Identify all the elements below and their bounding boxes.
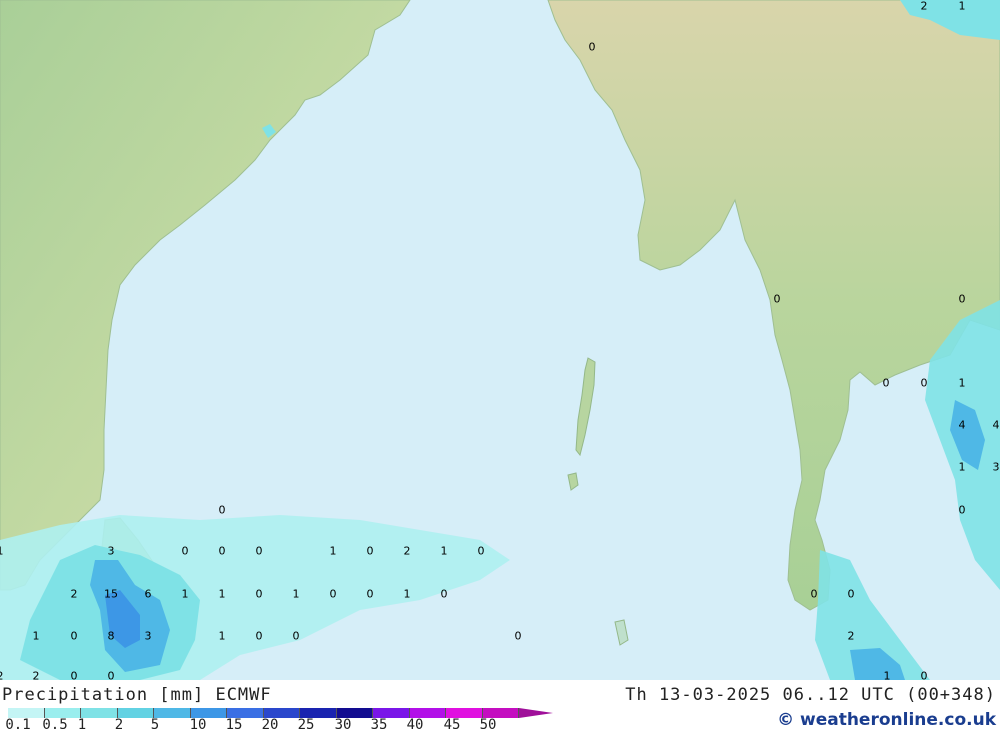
map-graphic (0, 0, 1000, 680)
map-value: 2 (70, 587, 78, 601)
map-value: 2 (847, 629, 855, 643)
map-value: 1 (958, 376, 966, 390)
precipitation-map[interactable]: 2 1 0 0 0 0 1 0 4 4 1 3 0 1 3 0 0 0 0 1 … (0, 0, 1000, 680)
map-value: 0 (181, 544, 189, 558)
map-value: 1 (403, 587, 411, 601)
legend-tick: 10 (189, 717, 207, 733)
map-value: 0 (366, 587, 374, 601)
map-value: 1 (218, 629, 226, 643)
map-value: 1 (883, 669, 891, 681)
map-value: 0 (920, 376, 928, 390)
map-value: 1 (181, 587, 189, 601)
legend-tick: 0.1 (5, 717, 31, 733)
map-value: 1 (218, 587, 226, 601)
color-legend (8, 708, 553, 718)
forecast-datetime: Th 13-03-2025 06..12 UTC (00+348) (625, 685, 996, 705)
map-value: 0 (255, 587, 263, 601)
legend-swatch (81, 708, 118, 718)
map-value: 3 (992, 460, 1000, 474)
map-value: 1 (958, 460, 966, 474)
legend-tick: 30 (334, 717, 352, 733)
map-value: 0 (958, 292, 966, 306)
map-value: 0 (218, 544, 226, 558)
map-value: 0 (218, 503, 226, 517)
map-value: 0 (810, 587, 818, 601)
legend-tick: 50 (479, 717, 497, 733)
legend-tick: 20 (261, 717, 279, 733)
map-value: 2 (920, 0, 928, 13)
map-value: 0 (958, 503, 966, 517)
map-value: 0 (588, 40, 596, 54)
map-title: Precipitation [mm] ECMWF (2, 685, 272, 705)
map-value: 3 (144, 629, 152, 643)
map-value: 0 (773, 292, 781, 306)
map-value: 1 (32, 629, 40, 643)
map-value: 1 (440, 544, 448, 558)
legend-tick: 1 (77, 717, 87, 733)
site-credit-link[interactable]: © weatheronline.co.uk (777, 710, 996, 730)
legend-tick: 35 (370, 717, 388, 733)
legend-ticks: 0.1 0.5 1 2 5 10 15 20 25 30 35 40 45 50 (0, 718, 520, 733)
map-value: 0 (255, 544, 263, 558)
map-value: 0 (255, 629, 263, 643)
map-value: 2 (32, 669, 40, 681)
map-value: 0 (440, 587, 448, 601)
legend-tick: 2 (114, 717, 124, 733)
legend-tick: 0.5 (42, 717, 68, 733)
legend-tick: 5 (150, 717, 160, 733)
legend-tick: 40 (406, 717, 424, 733)
map-value: 0 (292, 629, 300, 643)
legend-tick: 25 (297, 717, 315, 733)
map-value: 0 (920, 669, 928, 681)
map-value: 4 (958, 418, 966, 432)
map-value: 0 (847, 587, 855, 601)
map-value: 0 (366, 544, 374, 558)
map-value: 15 (104, 587, 118, 601)
map-value: 0 (329, 587, 337, 601)
map-value: 1 (0, 546, 4, 557)
map-value: 3 (107, 544, 115, 558)
map-value: 0 (70, 629, 78, 643)
legend-swatch (154, 708, 191, 718)
map-value: 1 (292, 587, 300, 601)
map-value: 0 (70, 669, 78, 681)
map-value: 2 (403, 544, 411, 558)
map-value: 0 (514, 629, 522, 643)
legend-tick: 45 (443, 717, 461, 733)
map-value: 0 (882, 376, 890, 390)
map-value: 0 (477, 544, 485, 558)
map-value: 4 (992, 418, 1000, 432)
map-value: 6 (144, 587, 152, 601)
map-value: 2 (0, 671, 4, 681)
map-value: 1 (958, 0, 966, 13)
legend-swatch (117, 708, 154, 718)
legend-tick: 15 (225, 717, 243, 733)
map-value: 1 (329, 544, 337, 558)
map-value: 0 (107, 669, 115, 681)
legend-arrow (519, 708, 553, 718)
map-value: 8 (107, 629, 115, 643)
